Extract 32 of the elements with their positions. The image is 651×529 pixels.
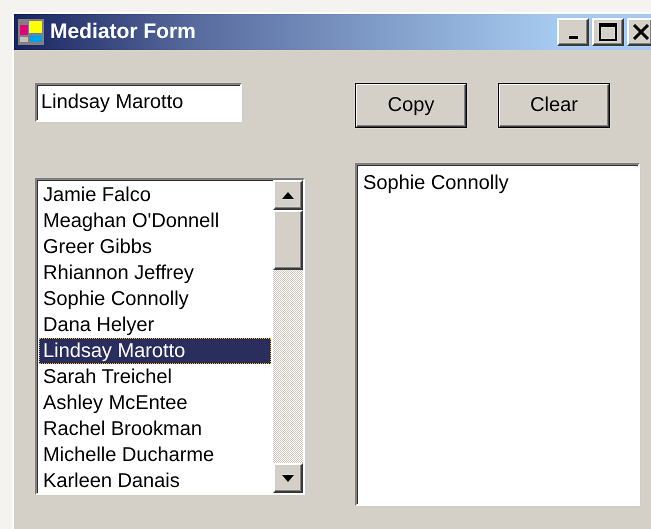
list-item[interactable]: Ashley McEntee	[39, 390, 271, 416]
name-listbox[interactable]: Jamie Falco Meaghan O'Donnell Greer Gibbs Rhiannon Jeffrey Sophie Connolly Dana Helyer Lindsay Marotto Sarah Treichel Ashley McEntee Rachel Brookman Michelle Ducharme Karleen Danais	[35, 178, 305, 495]
close-icon	[633, 24, 649, 40]
maximize-button[interactable]	[592, 18, 624, 46]
list-item[interactable]: Michelle Ducharme	[39, 442, 271, 468]
name-field[interactable]: Lindsay Marotto	[35, 83, 242, 122]
window-title: Mediator Form	[50, 20, 197, 44]
copy-button[interactable]: Copy	[355, 83, 467, 128]
output-listbox[interactable]: Sophie Connolly	[355, 163, 640, 506]
app-icon	[18, 19, 44, 45]
scroll-up-button[interactable]	[273, 180, 303, 210]
up-arrow-icon	[282, 192, 294, 198]
close-button[interactable]	[627, 18, 651, 46]
output-item[interactable]: Sophie Connolly	[363, 170, 632, 196]
clear-button[interactable]: Clear	[498, 83, 610, 128]
scrollbar-thumb[interactable]	[273, 210, 303, 270]
list-item[interactable]: Rhiannon Jeffrey	[39, 260, 271, 286]
minimize-icon	[568, 36, 578, 39]
list-item[interactable]: Sarah Treichel	[39, 364, 271, 390]
list-item[interactable]: Greer Gibbs	[39, 234, 271, 260]
minimize-button[interactable]	[557, 18, 589, 46]
list-item[interactable]: Meaghan O'Donnell	[39, 208, 271, 234]
list-item[interactable]: Karleen Danais	[39, 468, 271, 493]
list-item[interactable]: Dana Helyer	[39, 312, 271, 338]
list-item[interactable]: Sophie Connolly	[39, 286, 271, 312]
maximize-icon	[599, 23, 617, 41]
list-item[interactable]: Jamie Falco	[39, 182, 271, 208]
list-item[interactable]: Rachel Brookman	[39, 416, 271, 442]
list-item[interactable]: Lindsay Marotto	[39, 338, 271, 364]
scroll-down-button[interactable]	[273, 463, 303, 493]
scrollbar[interactable]	[273, 180, 303, 493]
down-arrow-icon	[282, 474, 294, 482]
